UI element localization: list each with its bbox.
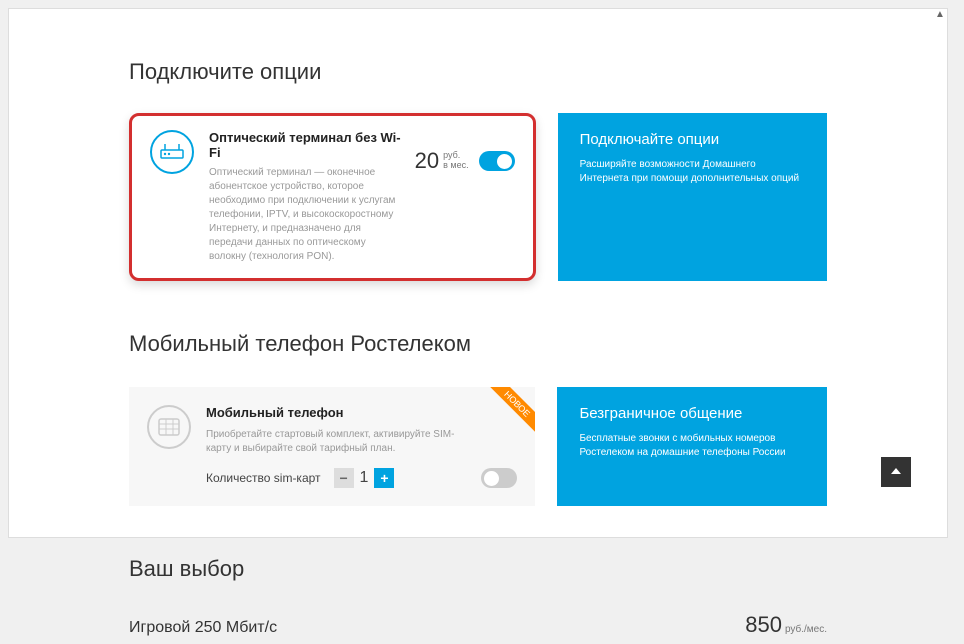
promo-text: Расширяйте возможности Домашнего Интерне… <box>580 158 805 186</box>
promo-title: Подключайте опции <box>580 131 805 148</box>
router-icon <box>150 130 194 174</box>
mobile-phone-toggle[interactable] <box>481 468 517 488</box>
optical-terminal-toggle[interactable] <box>479 151 515 171</box>
mobile-section-title: Мобильный телефон Ростелеком <box>129 331 827 357</box>
option-price-unit: руб. в мес. <box>443 151 468 171</box>
mobile-title: Мобильный телефон <box>206 405 517 420</box>
choice-item-unit: руб./мес. <box>785 624 827 635</box>
option-price: 20 <box>415 148 439 174</box>
sim-count-value: 1 <box>360 469 369 487</box>
sim-decrease-button[interactable]: − <box>334 468 354 488</box>
mobile-description: Приобретайте стартовый комплект, активир… <box>206 428 466 456</box>
mobile-promo: Безграничное общение Бесплатные звонки с… <box>557 387 827 506</box>
sim-increase-button[interactable]: + <box>374 468 394 488</box>
option-description: Оптический терминал — оконечное абонентс… <box>209 166 405 264</box>
choice-item-price: 850 <box>745 612 782 637</box>
optical-terminal-card: Оптический терминал без Wi-Fi Оптический… <box>129 113 536 281</box>
mobile-promo-title: Безграничное общение <box>579 405 805 422</box>
back-to-top-button[interactable] <box>881 457 911 487</box>
sim-count-label: Количество sim-карт <box>206 471 321 485</box>
scroll-arrow-up[interactable]: ▲ <box>933 9 947 20</box>
mobile-promo-text: Бесплатные звонки с мобильных номеров Ро… <box>579 432 805 460</box>
option-title: Оптический терминал без Wi-Fi <box>209 130 405 160</box>
options-promo: Подключайте опции Расширяйте возможности… <box>558 113 827 281</box>
options-section-title: Подключите опции <box>129 59 827 85</box>
mobile-phone-card: НОВОЕ Мобильный телефон Приобретайте ста… <box>129 387 535 506</box>
sim-icon <box>147 405 191 449</box>
choice-item-name: Игровой 250 Мбит/с <box>129 619 277 637</box>
choice-section-title: Ваш выбор <box>129 556 827 582</box>
choice-item-row: Игровой 250 Мбит/с 850руб./мес. <box>129 612 827 644</box>
